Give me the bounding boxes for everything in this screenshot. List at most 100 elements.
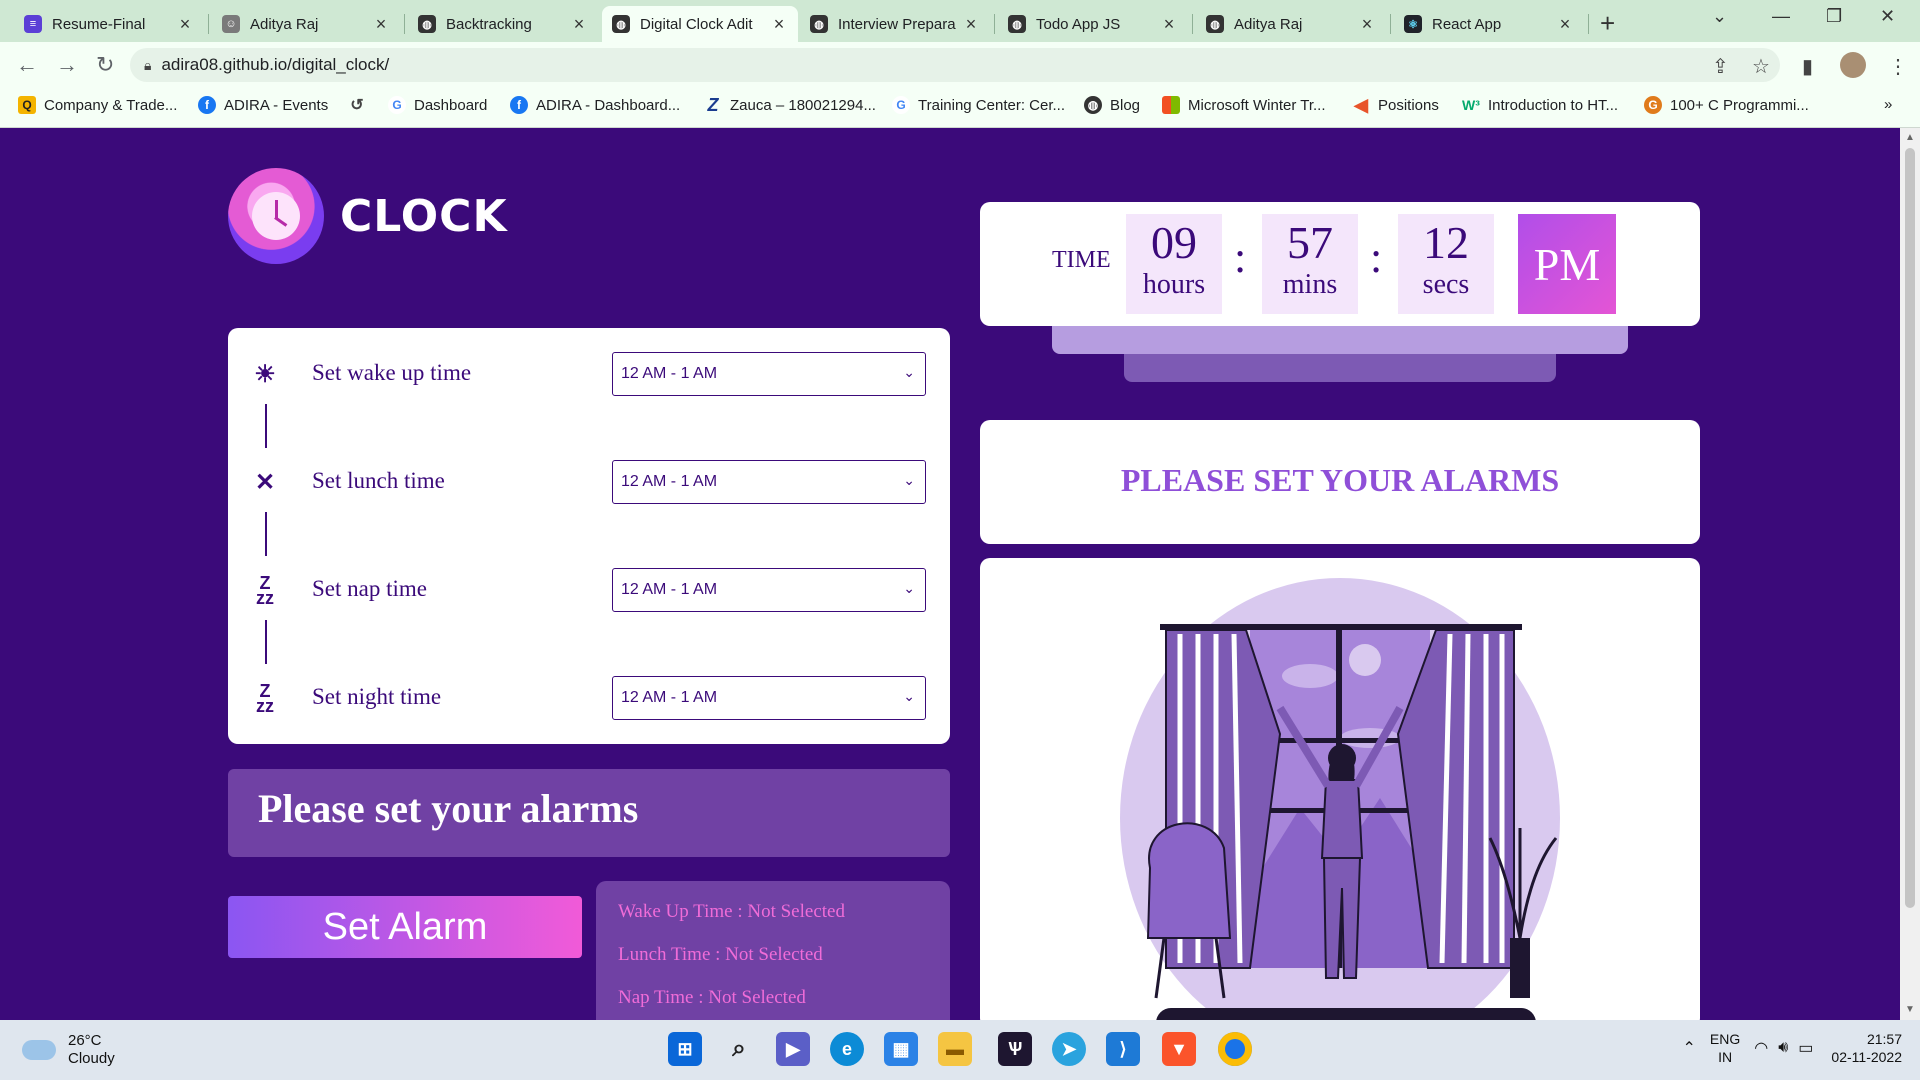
close-icon[interactable]: ×: [372, 14, 390, 35]
close-icon[interactable]: ×: [962, 14, 980, 35]
summary-nap: Nap Time : Not Selected: [618, 987, 806, 1008]
wakeup-time-select[interactable]: 12 AM - 1 AM ⌄: [612, 352, 926, 396]
bookmark-item[interactable]: Microsoft Winter Tr...: [1162, 96, 1326, 114]
bookmark-item[interactable]: f ADIRA - Dashboard...: [510, 96, 680, 114]
sidepanel-icon[interactable]: ▮: [1802, 54, 1813, 79]
chrome-icon[interactable]: [1218, 1032, 1252, 1066]
tab-resume[interactable]: ≡ Resume-Final ×: [14, 6, 204, 42]
bookmark-item[interactable]: ↺: [348, 96, 374, 114]
menu-icon[interactable]: ⋮: [1888, 54, 1908, 79]
edge-icon[interactable]: e: [830, 1032, 864, 1066]
alarm-label: Set night time: [312, 684, 442, 709]
close-icon[interactable]: ×: [770, 14, 788, 35]
taskbar-clock[interactable]: 21:57 02-11-2022: [1831, 1030, 1902, 1066]
predator-icon[interactable]: Ѱ: [998, 1032, 1032, 1066]
store-icon[interactable]: ▦: [884, 1032, 918, 1066]
start-icon[interactable]: ⊞: [668, 1032, 702, 1066]
tab-aditya-raj-2[interactable]: ◍ Aditya Raj ×: [1196, 6, 1386, 42]
bookmark-item[interactable]: Z Zauca – 180021294...: [704, 95, 876, 115]
ampm-badge: PM: [1518, 214, 1616, 314]
battery-icon[interactable]: ▭: [1798, 1038, 1813, 1058]
bookmark-item[interactable]: ◍ Blog: [1084, 96, 1140, 114]
weather-desc: Cloudy: [68, 1050, 115, 1067]
explorer-icon[interactable]: ▬: [938, 1032, 972, 1066]
chevron-up-icon[interactable]: ⌃: [1682, 1038, 1695, 1058]
globe-icon: ◍: [1084, 96, 1102, 114]
close-icon[interactable]: ×: [570, 14, 588, 35]
restore-icon[interactable]: ❐: [1826, 6, 1842, 27]
google-icon: G: [388, 96, 406, 114]
close-icon[interactable]: ×: [1358, 14, 1376, 35]
close-icon[interactable]: ×: [1556, 14, 1574, 35]
bookmark-item[interactable]: G Training Center: Cer...: [892, 96, 1065, 114]
avatar[interactable]: [1840, 52, 1866, 78]
more-bookmarks-button[interactable]: »: [1884, 96, 1892, 113]
illustration-card: [980, 558, 1700, 1020]
tab-interview[interactable]: ◍ Interview Prepara ×: [800, 6, 990, 42]
lunch-time-select[interactable]: 12 AM - 1 AM ⌄: [612, 460, 926, 504]
microsoft-icon: [1162, 96, 1180, 114]
status-message: Please set your alarms: [258, 786, 639, 831]
alarm-label: Set nap time: [312, 576, 427, 601]
night-time-select[interactable]: 12 AM - 1 AM ⌄: [612, 676, 926, 720]
bookmark-item[interactable]: G 100+ C Programmi...: [1644, 96, 1809, 114]
brave-icon[interactable]: ▼: [1162, 1032, 1196, 1066]
tab-title: Resume-Final: [52, 15, 146, 33]
page-scrollbar[interactable]: ▲ ▼: [1900, 128, 1920, 1020]
alarm-row-nap: Zzz Set nap time 12 AM - 1 AM ⌄: [252, 568, 932, 618]
scroll-thumb[interactable]: [1905, 148, 1915, 908]
bookmark-item[interactable]: W³ Introduction to HT...: [1462, 96, 1618, 114]
tab-backtracking[interactable]: ◍ Backtracking ×: [408, 6, 598, 42]
tab-strip: ≡ Resume-Final × ☺ Aditya Raj × ◍ Backtr…: [0, 0, 1920, 42]
tab-aditya-raj[interactable]: ☺ Aditya Raj ×: [212, 6, 400, 42]
teams-icon[interactable]: ▶: [776, 1032, 810, 1066]
lang-region: IN: [1718, 1049, 1733, 1065]
tab-digital-clock[interactable]: ◍ Digital Clock Adit ×: [602, 6, 798, 42]
bookmark-star-icon[interactable]: ☆: [1752, 54, 1770, 79]
new-tab-button[interactable]: +: [1600, 8, 1615, 39]
scroll-up-icon[interactable]: ▲: [1905, 132, 1915, 143]
search-icon[interactable]: ⌕: [722, 1032, 756, 1066]
alarm-label: Set wake up time: [312, 360, 472, 385]
bookmark-item[interactable]: ◀ Positions: [1352, 95, 1439, 115]
close-icon[interactable]: ×: [1160, 14, 1178, 35]
time-separator: :: [1234, 233, 1247, 282]
close-icon[interactable]: ×: [176, 14, 194, 35]
page-content: CLOCK ☀ Set wake up time 12 AM - 1 AM ⌄ …: [0, 128, 1900, 1020]
q-icon: Q: [18, 96, 36, 114]
time-label: TIME: [1052, 247, 1111, 273]
volume-icon[interactable]: 🔊︎: [1778, 1039, 1788, 1057]
tab-react-app[interactable]: ⚛ React App ×: [1394, 6, 1584, 42]
set-alarm-button[interactable]: Set Alarm: [228, 896, 582, 958]
tab-title: React App: [1432, 15, 1502, 33]
tab-title: Interview Prepara: [838, 15, 956, 33]
chevron-down-icon: ⌄: [903, 472, 915, 488]
share-icon[interactable]: ⇪: [1712, 54, 1729, 79]
forward-icon[interactable]: →: [56, 52, 78, 78]
url-field[interactable]: 🔒︎ adira08.github.io/digital_clock/: [130, 48, 1780, 82]
tab-search-icon[interactable]: ⌄: [1712, 6, 1727, 27]
summary-lunch: Lunch Time : Not Selected: [618, 944, 823, 965]
mins-value: 57: [1287, 217, 1333, 268]
alarm-message-card: PLEASE SET YOUR ALARMS: [980, 420, 1700, 544]
language-indicator[interactable]: ENG IN: [1710, 1030, 1740, 1066]
tab-todo[interactable]: ◍ Todo App JS ×: [998, 6, 1188, 42]
wifi-icon[interactable]: ◠: [1754, 1038, 1768, 1058]
scroll-down-icon[interactable]: ▼: [1905, 1004, 1915, 1015]
globe-icon: ◍: [612, 15, 630, 33]
bookmark-label: Introduction to HT...: [1488, 96, 1619, 114]
bookmark-item[interactable]: Q Company & Trade...: [18, 96, 177, 114]
secs-box: 12 secs: [1398, 214, 1494, 314]
back-icon[interactable]: ←: [16, 52, 38, 78]
bookmark-item[interactable]: f ADIRA - Events: [198, 96, 328, 114]
reload-icon[interactable]: ↻: [96, 52, 114, 78]
nap-time-select[interactable]: 12 AM - 1 AM ⌄: [612, 568, 926, 612]
bookmark-item[interactable]: G Dashboard: [388, 96, 487, 114]
bookmark-label: Positions: [1378, 96, 1439, 114]
vscode-icon[interactable]: ⟩: [1106, 1032, 1140, 1066]
google-icon: G: [892, 96, 910, 114]
weather-widget[interactable]: 26°C Cloudy: [22, 1032, 115, 1068]
window-close-icon[interactable]: ✕: [1880, 6, 1895, 27]
minimize-icon[interactable]: —: [1772, 6, 1790, 27]
telegram-icon[interactable]: ➤: [1052, 1032, 1086, 1066]
